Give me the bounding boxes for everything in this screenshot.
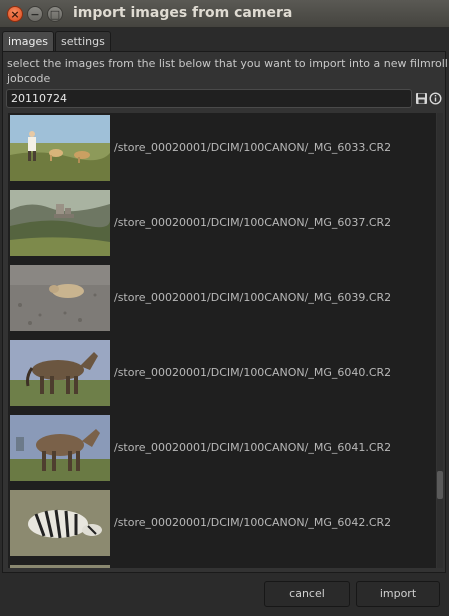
maximize-window-button[interactable]: □: [47, 6, 63, 22]
thumbnail-image: [10, 565, 110, 568]
tab-bar: images settings: [2, 31, 112, 52]
maximize-icon: □: [49, 7, 61, 21]
title-bar: × − □ import images from camera: [0, 0, 449, 28]
thumbnail-image: [10, 115, 110, 181]
minimize-icon: −: [30, 7, 40, 21]
dialog-content: images settings select the images from t…: [0, 28, 449, 616]
window-title: import images from camera: [73, 5, 293, 21]
import-button[interactable]: import: [356, 581, 440, 607]
image-path: /store_00020001/DCIM/100CANON/_MG_6041.C…: [114, 441, 392, 454]
tab-images[interactable]: images: [2, 31, 54, 52]
info-icon[interactable]: [429, 92, 442, 105]
jobcode-label: jobcode: [7, 72, 51, 85]
images-panel: select the images from the list below th…: [2, 51, 448, 573]
image-path: /store_00020001/DCIM/100CANON/_MG_6039.C…: [114, 291, 392, 304]
tab-settings[interactable]: settings: [55, 31, 111, 51]
list-item[interactable]: /store_00020001/DCIM/100CANON/_MG_6033.C…: [8, 115, 436, 190]
thumbnail-image: [10, 265, 110, 331]
minimize-window-button[interactable]: −: [27, 6, 43, 22]
list-item[interactable]: /store_00020001/DCIM/100CANON/_MG_6040.C…: [8, 340, 436, 415]
list-item[interactable]: /store_00020001/DCIM/100CANON/_MG_6039.C…: [8, 265, 436, 340]
list-item[interactable]: [8, 565, 436, 568]
instructions-text: select the images from the list below th…: [7, 57, 448, 70]
scrollbar-thumb[interactable]: [437, 471, 443, 499]
thumbnail-image: [10, 490, 110, 556]
jobcode-input[interactable]: 20110724: [6, 89, 412, 108]
image-list[interactable]: /store_00020001/DCIM/100CANON/_MG_6033.C…: [8, 113, 436, 568]
list-item[interactable]: /store_00020001/DCIM/100CANON/_MG_6041.C…: [8, 415, 436, 490]
image-path: /store_00020001/DCIM/100CANON/_MG_6040.C…: [114, 366, 392, 379]
thumbnail-image: [10, 415, 110, 481]
cancel-button[interactable]: cancel: [264, 581, 350, 607]
list-scrollbar[interactable]: [437, 113, 443, 568]
close-window-button[interactable]: ×: [7, 6, 23, 22]
image-path: /store_00020001/DCIM/100CANON/_MG_6037.C…: [114, 216, 392, 229]
image-path: /store_00020001/DCIM/100CANON/_MG_6033.C…: [114, 141, 392, 154]
list-item[interactable]: /store_00020001/DCIM/100CANON/_MG_6037.C…: [8, 190, 436, 265]
image-path: /store_00020001/DCIM/100CANON/_MG_6042.C…: [114, 516, 392, 529]
thumbnail-image: [10, 190, 110, 256]
list-item[interactable]: /store_00020001/DCIM/100CANON/_MG_6042.C…: [8, 490, 436, 565]
save-icon[interactable]: [415, 92, 428, 105]
thumbnail-image: [10, 340, 110, 406]
close-icon: ×: [10, 7, 20, 21]
